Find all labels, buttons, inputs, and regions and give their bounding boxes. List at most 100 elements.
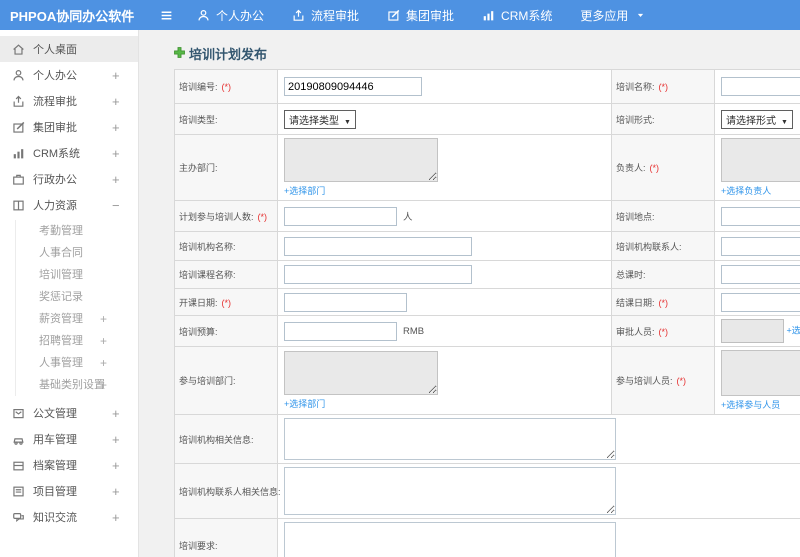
sidebar-subitem-6[interactable]: 人事管理 + bbox=[16, 352, 138, 374]
org-contact-info-field-cell bbox=[277, 463, 800, 519]
sidebar-item-4[interactable]: CRM系统 + bbox=[0, 140, 138, 166]
sidebar: 个人桌面 个人办公 + 流程审批 + 集团审批 + CRM系统 + 行政办公 + 人力资源 − 考勤管理人… bbox=[0, 30, 139, 557]
course-name-input[interactable] bbox=[284, 265, 472, 284]
sidebar-subitem-1[interactable]: 人事合同 bbox=[16, 242, 138, 264]
budget-input[interactable] bbox=[284, 321, 397, 341]
upload-icon bbox=[13, 95, 24, 107]
sidebar-item-7[interactable]: 公文管理 + bbox=[0, 400, 138, 426]
sidebar-item-9[interactable]: 档案管理 + bbox=[0, 452, 138, 478]
person-in-charge-label: 负责人: (*) bbox=[611, 134, 715, 201]
training-form-field-cell: 请选择形式 ▼ bbox=[714, 103, 800, 135]
form-row: 培训要求: bbox=[174, 518, 800, 557]
participating-departments-label: 参与培训部门: bbox=[174, 346, 278, 415]
participating-departments-textarea[interactable] bbox=[284, 351, 438, 395]
sidebar-item-5[interactable]: 行政办公 + bbox=[0, 166, 138, 192]
start-date-input[interactable] bbox=[284, 292, 407, 312]
project-icon bbox=[13, 486, 24, 496]
participating-departments-link[interactable]: +选择部门 bbox=[284, 399, 325, 409]
sidebar-subitem-4[interactable]: 薪资管理 + bbox=[16, 308, 138, 330]
top-nav-item-0[interactable]: 个人办公 bbox=[197, 7, 264, 24]
expander-icon[interactable]: + bbox=[112, 95, 120, 108]
participating-staff-textarea[interactable] bbox=[721, 350, 800, 396]
training-name-input[interactable] bbox=[721, 77, 800, 96]
form-row: 培训课程名称: 总课时: bbox=[174, 260, 800, 289]
expander-icon[interactable]: + bbox=[112, 69, 120, 82]
approvers-input[interactable] bbox=[721, 319, 784, 343]
participating-staff-link[interactable]: +选择参与人员 bbox=[721, 400, 780, 410]
training-requirements-textarea[interactable] bbox=[284, 522, 616, 557]
budget-field-cell: RMB bbox=[277, 315, 612, 347]
org-contact-input[interactable] bbox=[721, 236, 800, 256]
sidebar-subitem-7[interactable]: 基础类别设置 + bbox=[16, 374, 138, 396]
org-contact-info-textarea[interactable] bbox=[284, 467, 616, 515]
sidebar-item-3[interactable]: 集团审批 + bbox=[0, 114, 138, 140]
sidebar-item-2[interactable]: 流程审批 + bbox=[0, 88, 138, 114]
org-name-input[interactable] bbox=[284, 236, 472, 256]
org-contact-info-label: 培训机构联系人相关信息: bbox=[174, 463, 281, 519]
participating-staff-label: 参与培训人员: (*) bbox=[611, 346, 715, 415]
home-icon bbox=[13, 43, 24, 55]
person-in-charge-textarea[interactable] bbox=[721, 138, 800, 182]
host-department-link[interactable]: +选择部门 bbox=[284, 186, 325, 196]
expander-icon[interactable]: + bbox=[112, 485, 120, 498]
expander-icon[interactable]: + bbox=[112, 407, 120, 420]
approvers-link[interactable]: +选择审批人员 bbox=[787, 325, 800, 335]
planned-participants-suffix: 人 bbox=[403, 212, 413, 223]
expander-icon[interactable]: + bbox=[112, 459, 120, 472]
sidebar-item-0[interactable]: 个人桌面 bbox=[0, 36, 138, 62]
sidebar-subitem-2[interactable]: 培训管理 bbox=[16, 264, 138, 286]
sidebar-subitem-3[interactable]: 奖惩记录 bbox=[16, 286, 138, 308]
hamburger-menu-button[interactable] bbox=[160, 9, 173, 22]
expander-icon[interactable]: + bbox=[112, 147, 120, 160]
user-icon bbox=[198, 9, 209, 20]
training-location-label: 培训地点: bbox=[611, 200, 715, 232]
top-nav-item-1[interactable]: 流程审批 bbox=[292, 7, 359, 24]
top-nav-item-4[interactable]: 更多应用 bbox=[580, 7, 645, 24]
org-info-textarea[interactable] bbox=[284, 418, 616, 460]
expander-icon[interactable]: + bbox=[112, 433, 120, 446]
person-in-charge-link[interactable]: +选择负责人 bbox=[721, 186, 771, 196]
plus-icon bbox=[174, 46, 185, 58]
sidebar-item-1[interactable]: 个人办公 + bbox=[0, 62, 138, 88]
expander-icon[interactable]: + bbox=[112, 173, 120, 186]
top-nav-item-3[interactable]: CRM系统 bbox=[482, 7, 552, 24]
expander-icon[interactable]: + bbox=[100, 374, 107, 396]
upload-icon bbox=[293, 9, 304, 21]
archive-icon bbox=[13, 461, 24, 470]
sidebar-item-6[interactable]: 人力资源 − bbox=[0, 192, 138, 218]
host-department-textarea[interactable] bbox=[284, 138, 438, 182]
expander-icon[interactable]: + bbox=[100, 308, 107, 330]
org-contact-label: 培训机构联系人: bbox=[611, 231, 715, 261]
sidebar-item-8[interactable]: 用车管理 + bbox=[0, 426, 138, 452]
expander-icon[interactable]: + bbox=[100, 330, 107, 352]
training-name-field-cell bbox=[714, 69, 800, 104]
form-row: 培训类型: 请选择类型 ▼ 培训形式: 请选择形式 ▼ bbox=[174, 103, 800, 135]
expander-icon[interactable]: + bbox=[112, 121, 120, 134]
sidebar-subitem-5[interactable]: 招聘管理 + bbox=[16, 330, 138, 352]
expander-icon[interactable]: − bbox=[112, 199, 120, 212]
approvers-label: 审批人员: (*) bbox=[611, 315, 715, 347]
training-form-label: 培训形式: bbox=[611, 103, 715, 135]
expander-icon[interactable]: + bbox=[100, 352, 107, 374]
end-date-input[interactable] bbox=[721, 292, 800, 312]
sidebar-subitem-0[interactable]: 考勤管理 bbox=[16, 220, 138, 242]
sidebar-item-11[interactable]: 知识交流 + bbox=[0, 504, 138, 530]
sidebar-submenu: 考勤管理 人事合同 培训管理 奖惩记录 薪资管理 + 招聘管理 + 人事管理 + 基础类别设置 + bbox=[15, 220, 138, 396]
sidebar-item-10[interactable]: 项目管理 + bbox=[0, 478, 138, 504]
top-nav-item-2[interactable]: 集团审批 bbox=[387, 7, 454, 24]
training-code-input[interactable] bbox=[284, 77, 422, 96]
training-location-field-cell bbox=[714, 200, 800, 232]
training-form-select[interactable]: 请选择形式 ▼ bbox=[721, 109, 793, 129]
form-row: 计划参与培训人数: (*) 人 培训地点: bbox=[174, 200, 800, 232]
training-location-input[interactable] bbox=[721, 206, 800, 226]
training-name-label: 培训名称: (*) bbox=[611, 69, 715, 104]
org-name-field-cell bbox=[277, 231, 612, 261]
chart-icon bbox=[483, 10, 494, 20]
person-in-charge-field-cell: +选择负责人 bbox=[714, 134, 800, 201]
total-hours-input[interactable] bbox=[721, 265, 800, 284]
expander-icon[interactable]: + bbox=[112, 511, 120, 524]
planned-participants-input[interactable] bbox=[284, 206, 397, 226]
briefcase-icon bbox=[13, 174, 24, 185]
training-type-select[interactable]: 请选择类型 ▼ bbox=[284, 109, 356, 129]
form-row: 培训机构名称: 培训机构联系人: bbox=[174, 231, 800, 261]
